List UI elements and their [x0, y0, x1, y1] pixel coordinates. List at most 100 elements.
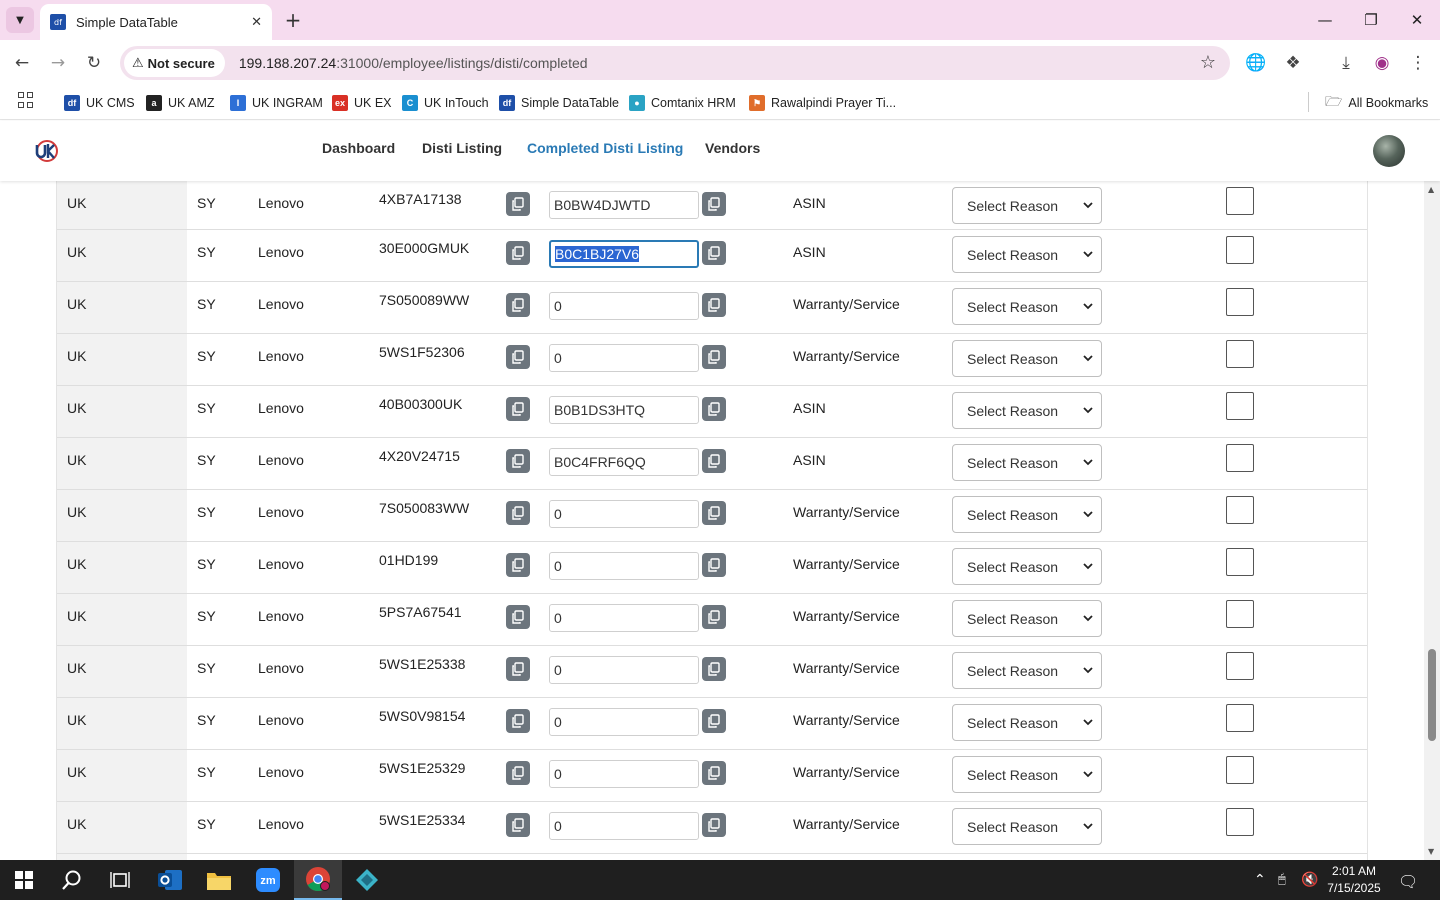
bookmark-item[interactable]: a UK AMZ	[146, 92, 215, 114]
row-checkbox[interactable]	[1226, 236, 1254, 264]
reason-select[interactable]: Select Reason	[952, 288, 1102, 325]
asin-input[interactable]	[549, 604, 699, 632]
nav-completed-disti-listing[interactable]: Completed Disti Listing	[527, 140, 683, 156]
asin-input[interactable]	[549, 708, 699, 736]
copy-part-button[interactable]	[506, 813, 530, 837]
start-button[interactable]	[0, 860, 48, 900]
reason-select[interactable]: Select Reason	[952, 187, 1102, 224]
volume-muted-icon[interactable]: 🔇	[1301, 872, 1318, 888]
minimize-button[interactable]: —	[1302, 6, 1348, 34]
asin-input[interactable]	[549, 760, 699, 788]
copy-part-button[interactable]	[506, 241, 530, 265]
network-icon[interactable]: 🖱	[1278, 872, 1286, 887]
copy-asin-button[interactable]	[702, 293, 726, 317]
reload-button[interactable]: ↻	[80, 49, 108, 77]
download-icon[interactable]: ⤓	[1334, 51, 1358, 75]
asin-input[interactable]	[549, 344, 699, 372]
copy-part-button[interactable]	[506, 397, 530, 421]
nav-dashboard[interactable]: Dashboard	[322, 140, 395, 156]
row-checkbox[interactable]	[1226, 187, 1254, 215]
asin-input[interactable]	[549, 191, 699, 219]
task-view-button[interactable]	[96, 860, 144, 900]
all-bookmarks-button[interactable]: 🗁 All Bookmarks	[1325, 92, 1428, 114]
avatar[interactable]	[1373, 135, 1405, 167]
apps-grid-icon[interactable]	[18, 92, 34, 108]
row-checkbox[interactable]	[1226, 652, 1254, 680]
copy-part-button[interactable]	[506, 345, 530, 369]
row-checkbox[interactable]	[1226, 288, 1254, 316]
profile-icon[interactable]: ◉	[1370, 51, 1394, 75]
reason-select[interactable]: Select Reason	[952, 600, 1102, 637]
copy-asin-button[interactable]	[702, 605, 726, 629]
reason-select[interactable]: Select Reason	[952, 496, 1102, 533]
reason-select[interactable]: Select Reason	[952, 340, 1102, 377]
copy-asin-button[interactable]	[702, 761, 726, 785]
reason-select[interactable]: Select Reason	[952, 392, 1102, 429]
copy-asin-button[interactable]	[702, 241, 726, 265]
scroll-thumb[interactable]	[1428, 649, 1436, 741]
browser-tab[interactable]: df Simple DataTable ✕	[40, 4, 272, 40]
copy-part-button[interactable]	[506, 553, 530, 577]
copy-asin-button[interactable]	[702, 657, 726, 681]
copy-asin-button[interactable]	[702, 553, 726, 577]
asin-input[interactable]	[549, 396, 699, 424]
address-bar[interactable]: ⚠ Not secure 199.188.207.24:31000/employ…	[120, 46, 1230, 80]
asin-input[interactable]	[549, 812, 699, 840]
bookmark-item[interactable]: ● Comtanix HRM	[629, 92, 736, 114]
reason-select[interactable]: Select Reason	[952, 808, 1102, 845]
nav-vendors[interactable]: Vendors	[705, 140, 760, 156]
chrome-app[interactable]	[294, 860, 342, 900]
copy-asin-button[interactable]	[702, 192, 726, 216]
bookmark-item[interactable]: ex UK EX	[332, 92, 392, 114]
copy-part-button[interactable]	[506, 657, 530, 681]
window-close-button[interactable]: ✕	[1394, 6, 1440, 34]
scroll-down-icon[interactable]: ▼	[1428, 847, 1434, 856]
forward-button[interactable]: →	[44, 49, 72, 77]
bookmark-item[interactable]: df Simple DataTable	[499, 92, 619, 114]
copy-asin-button[interactable]	[702, 813, 726, 837]
reason-select[interactable]: Select Reason	[952, 652, 1102, 689]
asin-input[interactable]: B0C1BJ27V6	[549, 240, 699, 268]
bookmark-item[interactable]: C UK InTouch	[402, 92, 489, 114]
uk-logo-icon[interactable]	[33, 138, 59, 164]
reason-select[interactable]: Select Reason	[952, 236, 1102, 273]
copy-asin-button[interactable]	[702, 501, 726, 525]
back-button[interactable]: ←	[8, 49, 36, 77]
tab-search-button[interactable]: ▼	[6, 7, 34, 33]
row-checkbox[interactable]	[1226, 340, 1254, 368]
notifications-icon[interactable]: 🗨	[1398, 872, 1418, 891]
bookmark-item[interactable]: I UK INGRAM	[230, 92, 323, 114]
extensions-icon[interactable]: ❖	[1281, 51, 1305, 75]
copy-asin-button[interactable]	[702, 449, 726, 473]
outlook-app[interactable]	[146, 860, 194, 900]
copy-part-button[interactable]	[506, 761, 530, 785]
copy-part-button[interactable]	[506, 501, 530, 525]
row-checkbox[interactable]	[1226, 600, 1254, 628]
new-tab-button[interactable]: +	[282, 8, 304, 32]
bookmark-star-icon[interactable]: ☆	[1200, 52, 1216, 73]
row-checkbox[interactable]	[1226, 756, 1254, 784]
copy-asin-button[interactable]	[702, 397, 726, 421]
asin-input[interactable]	[549, 448, 699, 476]
row-checkbox[interactable]	[1226, 496, 1254, 524]
bookmark-item[interactable]: ⚑ Rawalpindi Prayer Ti...	[749, 92, 896, 114]
search-button[interactable]	[48, 860, 96, 900]
reason-select[interactable]: Select Reason	[952, 756, 1102, 793]
file-explorer-app[interactable]	[195, 860, 243, 900]
copy-part-button[interactable]	[506, 605, 530, 629]
scroll-up-icon[interactable]: ▲	[1428, 185, 1434, 194]
row-checkbox[interactable]	[1226, 704, 1254, 732]
reason-select[interactable]: Select Reason	[952, 444, 1102, 481]
row-checkbox[interactable]	[1226, 444, 1254, 472]
copy-part-button[interactable]	[506, 709, 530, 733]
translate-icon[interactable]: 🌐	[1244, 51, 1268, 75]
row-checkbox[interactable]	[1226, 808, 1254, 836]
row-checkbox[interactable]	[1226, 392, 1254, 420]
asin-input[interactable]	[549, 500, 699, 528]
row-checkbox[interactable]	[1226, 548, 1254, 576]
close-icon[interactable]: ✕	[251, 15, 262, 30]
zoom-app[interactable]: zm	[244, 860, 292, 900]
asin-input[interactable]	[549, 292, 699, 320]
copy-part-button[interactable]	[506, 192, 530, 216]
bookmark-item[interactable]: df UK CMS	[64, 92, 135, 114]
